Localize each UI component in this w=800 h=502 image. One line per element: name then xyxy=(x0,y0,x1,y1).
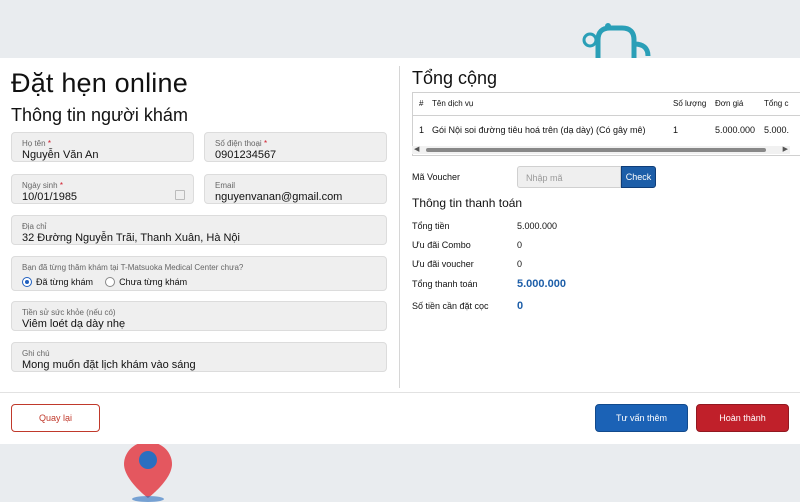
back-button[interactable]: Quay lại xyxy=(11,404,100,432)
col-total: Tổng c xyxy=(764,99,789,108)
calendar-icon[interactable] xyxy=(175,190,185,200)
name-value: Nguyễn Văn An xyxy=(22,149,99,161)
email-label: Email xyxy=(215,181,236,190)
consult-button[interactable]: Tư vấn thêm xyxy=(595,404,688,432)
page-title: Đặt hẹn online xyxy=(11,68,188,98)
phone-value: 0901234567 xyxy=(215,149,277,161)
name-label: Họ tên xyxy=(22,139,46,148)
row-service: Gói Nội soi đường tiêu hoá trên (dạ dày)… xyxy=(432,125,646,135)
booking-panel: Đặt hẹn online Thông tin người khám Họ t… xyxy=(0,58,800,444)
table-scrollbar[interactable]: ◀ ▶ xyxy=(412,146,790,154)
row-total: 5.000. xyxy=(764,125,790,135)
dob-field[interactable]: Ngày sinh * 10/01/1985 xyxy=(11,174,194,204)
grand-total-value: 5.000.000 xyxy=(517,278,566,290)
note-label: Ghi chú xyxy=(22,349,50,358)
address-field[interactable]: Địa chỉ 32 Đường Nguyễn Trãi, Thanh Xuân… xyxy=(11,215,387,245)
clinic-logo-icon xyxy=(582,23,651,58)
required-mark: * xyxy=(263,139,268,148)
row-qty: 1 xyxy=(673,125,679,135)
voucher-discount-label: Ưu đãi voucher xyxy=(412,259,474,269)
col-price: Đơn giá xyxy=(715,99,744,108)
finish-button[interactable]: Hoàn thành xyxy=(696,404,789,432)
history-label: Tiền sử sức khỏe (nếu có) xyxy=(22,308,116,317)
location-pin-icon xyxy=(124,442,172,502)
note-value: Mong muốn đặt lịch khám vào sáng xyxy=(22,359,196,371)
total-label: Tổng tiền xyxy=(412,221,450,231)
scroll-thumb[interactable] xyxy=(426,148,766,152)
footer-divider xyxy=(0,392,800,393)
patient-section: Đặt hẹn online Thông tin người khám Họ t… xyxy=(0,58,399,392)
deposit-label: Số tiền cần đặt cọc xyxy=(412,301,489,311)
visited-options: Đã từng khám Chưa từng khám xyxy=(22,277,195,287)
grand-total-label: Tổng thanh toán xyxy=(412,279,478,289)
history-field[interactable]: Tiền sử sức khỏe (nếu có) Viêm loét dạ d… xyxy=(11,301,387,331)
scroll-right-icon[interactable]: ▶ xyxy=(783,146,788,154)
col-qty: Số lượng xyxy=(673,99,707,108)
history-value: Viêm loét dạ dày nhẹ xyxy=(22,318,126,330)
radio-visited-no-label[interactable]: Chưa từng khám xyxy=(119,277,187,287)
visited-question-group: Bạn đã từng thăm khám tại T-Matsuoka Med… xyxy=(11,256,387,291)
name-field[interactable]: Họ tên * Nguyễn Văn An xyxy=(11,132,194,162)
summary-section: Tổng cộng # Tên dịch vụ Số lượng Đơn giá… xyxy=(400,58,800,392)
row-price: 5.000.000 xyxy=(715,125,756,135)
address-value: 32 Đường Nguyễn Trãi, Thanh Xuân, Hà Nội xyxy=(22,232,240,244)
email-value: nguyenvanan@gmail.com xyxy=(215,191,343,203)
col-service: Tên dịch vụ xyxy=(432,99,474,108)
radio-visited-no[interactable] xyxy=(105,277,116,287)
required-mark: * xyxy=(59,181,63,190)
voucher-label: Mã Voucher xyxy=(412,172,461,182)
col-index: # xyxy=(419,99,424,108)
required-mark: * xyxy=(47,139,51,148)
patient-info-title: Thông tin người khám xyxy=(11,105,188,125)
scroll-left-icon[interactable]: ◀ xyxy=(414,146,419,154)
payment-title: Thông tin thanh toán xyxy=(412,196,523,210)
visited-question: Bạn đã từng thăm khám tại T-Matsuoka Med… xyxy=(22,263,244,272)
table-divider xyxy=(413,115,800,116)
phone-label: Số điện thoại xyxy=(215,139,262,148)
dob-label: Ngày sinh xyxy=(22,181,58,190)
email-field[interactable]: Email nguyenvanan@gmail.com xyxy=(204,174,387,204)
voucher-check-button[interactable]: Check xyxy=(621,166,656,188)
voucher-discount-value: 0 xyxy=(517,259,523,269)
voucher-input[interactable]: Nhập mã xyxy=(517,166,621,188)
radio-visited-yes[interactable] xyxy=(22,277,32,287)
phone-field[interactable]: Số điện thoại * 0901234567 xyxy=(204,132,387,162)
note-field[interactable]: Ghi chú Mong muốn đặt lịch khám vào sáng xyxy=(11,342,387,372)
total-value: 5.000.000 xyxy=(517,221,558,231)
combo-value: 0 xyxy=(517,240,523,250)
address-label: Địa chỉ xyxy=(22,222,47,231)
radio-visited-yes-label[interactable]: Đã từng khám xyxy=(36,277,93,287)
deposit-value: 0 xyxy=(517,300,524,312)
dob-value: 10/01/1985 xyxy=(22,191,78,203)
row-index: 1 xyxy=(419,125,425,135)
combo-label: Ưu đãi Combo xyxy=(412,240,471,250)
summary-title: Tổng cộng xyxy=(412,68,498,88)
